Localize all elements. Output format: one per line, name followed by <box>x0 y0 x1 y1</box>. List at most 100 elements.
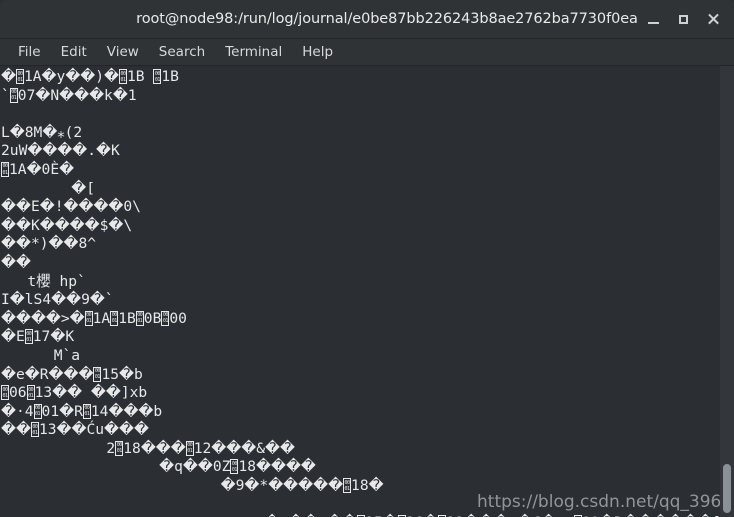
replacement-char-glyph: � <box>48 365 64 383</box>
replacement-char-glyph: � <box>1 235 16 253</box>
replacement-char-glyph: � <box>71 179 87 197</box>
terminal-line: 2 00 01 18��� 00 01 12���&�� <box>1 439 295 457</box>
replacement-char-glyph: � <box>65 68 81 85</box>
close-button[interactable] <box>698 4 728 34</box>
replacement-char-glyph: � <box>1 216 16 234</box>
control-char-glyph: 0001 <box>115 440 124 456</box>
control-char-glyph: 0001 <box>153 69 162 84</box>
replacement-char-glyph: � <box>1 309 16 327</box>
scrollbar-thumb[interactable] <box>723 463 731 514</box>
terminal-line: 00 01 1A�0È� <box>1 160 75 178</box>
menu-item-edit[interactable]: Edit <box>51 41 97 63</box>
replacement-char-glyph: � <box>1 68 16 85</box>
terminal-line: � 00 01 1A�y��)� 00 01 1B 00 01 1B <box>1 68 179 85</box>
replacement-char-glyph: � <box>42 123 58 141</box>
replacement-char-glyph: � <box>155 439 171 457</box>
replacement-char-glyph: � <box>59 86 75 104</box>
replacement-char-glyph: � <box>15 309 31 327</box>
menubar: File Edit View Search Terminal Help <box>0 39 734 66</box>
minimize-icon <box>647 21 659 24</box>
terminal-body[interactable]: � 00 01 1A�y��)� 00 01 1B 00 01 1B ` 00 01 07�N���k�… <box>0 66 734 517</box>
control-char-glyph: 0001 <box>185 440 194 456</box>
replacement-char-glyph: � <box>15 216 31 234</box>
replacement-char-glyph: � <box>63 235 79 253</box>
menu-item-search[interactable]: Search <box>149 41 215 63</box>
control-char-glyph: 0001 <box>33 403 42 419</box>
replacement-char-glyph: � <box>89 291 105 309</box>
terminal-line: ����>� 00 01 1A 00 01 1B 00 01 0B 00 01 00 <box>1 309 187 327</box>
terminal-line: 00 01 06 00 01 13�� ��]xb <box>1 384 148 402</box>
replacement-char-glyph: � <box>270 458 286 476</box>
replacement-char-glyph: � <box>39 198 55 216</box>
replacement-char-glyph: � <box>268 477 284 495</box>
control-char-glyph: 0001 <box>110 310 119 326</box>
replacement-char-glyph: � <box>138 402 154 420</box>
replacement-char-glyph: � <box>69 309 85 327</box>
titlebar[interactable]: root@node98:/run/log/journal/e0be87bb226… <box>0 0 734 39</box>
replacement-char-glyph: � <box>170 439 186 457</box>
terminal-line: �[ <box>71 179 96 197</box>
replacement-char-glyph: � <box>89 86 105 104</box>
menu-item-help[interactable]: Help <box>292 41 343 63</box>
control-char-glyph: 0001 <box>135 310 144 326</box>
replacement-char-glyph: � <box>24 365 40 383</box>
maximize-button[interactable] <box>668 4 698 34</box>
terminal-output[interactable]: � 00 01 1A�y��)� 00 01 1B 00 01 1B ` 00 01 07�N���k�… <box>0 66 720 517</box>
replacement-char-glyph: � <box>50 328 66 346</box>
maximize-icon <box>678 14 688 24</box>
replacement-char-glyph: � <box>279 439 295 457</box>
control-char-glyph: 0001 <box>161 310 170 326</box>
replacement-char-glyph: � <box>35 86 51 104</box>
replacement-char-glyph: � <box>27 142 43 160</box>
replacement-char-glyph: � <box>90 384 106 402</box>
replacement-char-glyph: � <box>59 402 75 420</box>
replacement-char-glyph: � <box>105 384 121 402</box>
replacement-char-glyph: � <box>51 291 67 309</box>
replacement-char-glyph: � <box>298 477 314 495</box>
menu-item-view[interactable]: View <box>97 41 149 63</box>
menu-item-file[interactable]: File <box>8 41 51 63</box>
replacement-char-glyph: � <box>9 291 25 309</box>
replacement-char-glyph: � <box>197 458 213 476</box>
replacement-char-glyph: � <box>159 458 175 476</box>
replacement-char-glyph: � <box>133 421 149 439</box>
replacement-char-glyph: � <box>30 309 46 327</box>
replacement-char-glyph: � <box>241 439 257 457</box>
window-controls <box>638 0 728 38</box>
control-char-glyph: 0001 <box>9 87 18 103</box>
replacement-char-glyph: � <box>69 216 85 234</box>
control-char-glyph: 0001 <box>119 69 128 84</box>
replacement-char-glyph: � <box>1 253 16 271</box>
replacement-char-glyph: � <box>15 235 31 253</box>
replacement-char-glyph: � <box>39 216 55 234</box>
replacement-char-glyph: � <box>74 86 90 104</box>
terminal-window: root@node98:/run/log/journal/e0be87bb226… <box>0 0 734 517</box>
replacement-char-glyph: � <box>220 477 236 495</box>
terminal-line: ��*)��8^ <box>1 235 97 253</box>
replacement-char-glyph: � <box>84 216 100 234</box>
replacement-char-glyph: � <box>66 291 82 309</box>
replacement-char-glyph: � <box>15 198 31 216</box>
replacement-char-glyph: � <box>1 402 16 420</box>
terminal-scrollbar[interactable] <box>720 66 734 517</box>
close-icon <box>707 13 719 25</box>
replacement-char-glyph: � <box>41 68 57 85</box>
control-char-glyph: 0001 <box>93 366 102 382</box>
terminal-line: M`a <box>1 346 81 364</box>
replacement-char-glyph: � <box>96 142 111 160</box>
replacement-char-glyph: � <box>1 328 16 346</box>
menu-item-terminal[interactable]: Terminal <box>215 41 292 63</box>
replacement-char-glyph: � <box>93 198 109 216</box>
terminal-line: t櫻 hp` <box>1 272 86 290</box>
replacement-char-glyph: � <box>119 421 134 439</box>
control-char-glyph: 0001 <box>15 69 24 84</box>
minimize-button[interactable] <box>638 4 668 34</box>
replacement-char-glyph: � <box>72 142 88 160</box>
replacement-char-glyph: � <box>244 477 260 495</box>
control-char-glyph: 0001 <box>1 161 9 177</box>
replacement-char-glyph: � <box>368 477 384 495</box>
replacement-char-glyph: � <box>52 384 68 402</box>
replacement-char-glyph: � <box>119 365 134 383</box>
replacement-char-glyph: � <box>300 458 316 476</box>
terminal-line: �q��0Z 00 01 18���� <box>159 458 316 476</box>
